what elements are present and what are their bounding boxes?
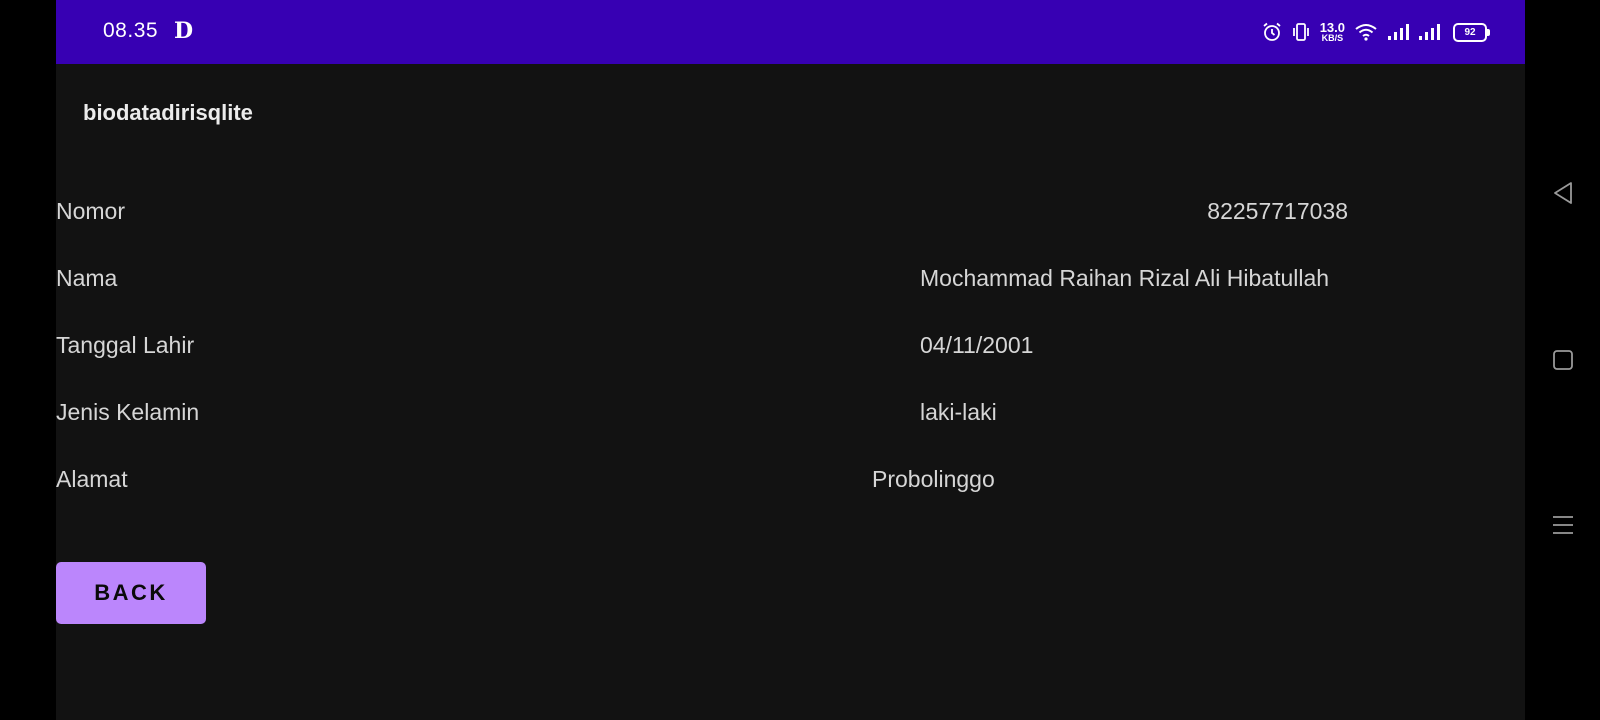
app-title: biodatadirisqlite: [83, 100, 253, 125]
field-label: Alamat: [56, 466, 128, 492]
back-triangle-icon[interactable]: [1549, 179, 1577, 207]
app-screen: 08.35 D 13.0 KB/S 92 biodatadirisqlite N…: [56, 0, 1525, 720]
field-value: Mochammad Raihan Rizal Ali Hibatullah: [920, 265, 1330, 291]
status-icons: 13.0 KB/S 92: [1262, 18, 1490, 46]
field-value: 82257717038: [1207, 198, 1348, 224]
field-label: Tanggal Lahir: [56, 332, 195, 358]
signal-icon: [1418, 22, 1440, 42]
navigation-bar: [1525, 0, 1600, 720]
status-time: 08.35: [103, 19, 159, 42]
network-speed: 13.0 KB/S: [1320, 21, 1345, 43]
menu-lines-icon[interactable]: [1549, 511, 1577, 539]
field-label: Nomor: [56, 198, 126, 224]
battery-icon: 92: [1453, 22, 1490, 42]
status-bar: 08.35 D 13.0 KB/S 92: [56, 0, 1525, 64]
field-value: Probolinggo: [872, 466, 995, 492]
field-label: Nama: [56, 265, 118, 291]
field-value: laki-laki: [920, 399, 997, 425]
alarm-icon: [1262, 22, 1282, 42]
signal-icon: [1387, 22, 1409, 42]
field-value: 04/11/2001: [920, 332, 1034, 358]
app-notification-icon: D: [174, 18, 194, 44]
vibrate-icon: [1291, 22, 1311, 42]
home-square-icon[interactable]: [1549, 346, 1577, 374]
field-label: Jenis Kelamin: [56, 399, 200, 425]
network-speed-unit: KB/S: [1321, 33, 1344, 43]
wifi-icon: [1354, 22, 1378, 42]
back-button[interactable]: BACK: [56, 562, 206, 624]
